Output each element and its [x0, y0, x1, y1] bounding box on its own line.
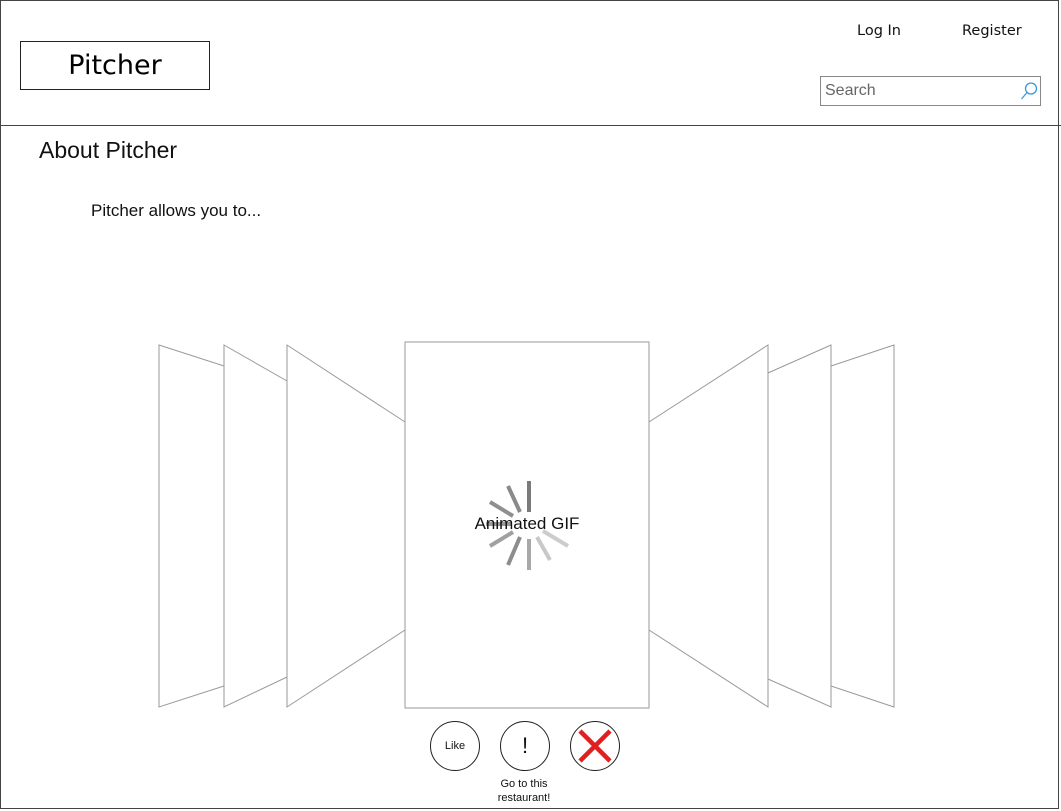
- carousel-card-left-3[interactable]: [158, 344, 225, 708]
- dismiss-button[interactable]: [570, 721, 620, 771]
- carousel-card-left-2[interactable]: [223, 344, 288, 708]
- go-to-restaurant-caption: Go to this restaurant!: [497, 778, 551, 804]
- animated-gif-label: Animated GIF: [474, 514, 580, 533]
- carousel-card-left-1[interactable]: [286, 344, 406, 708]
- go-to-restaurant-button[interactable]: !: [500, 721, 550, 771]
- carousel-card-right-2[interactable]: [767, 344, 832, 708]
- coverflow-carousel: [158, 341, 895, 709]
- like-button[interactable]: Like: [430, 721, 480, 771]
- close-icon: [578, 729, 612, 763]
- carousel-card-right-3[interactable]: [830, 344, 895, 708]
- carousel-card-right-1[interactable]: [648, 344, 769, 708]
